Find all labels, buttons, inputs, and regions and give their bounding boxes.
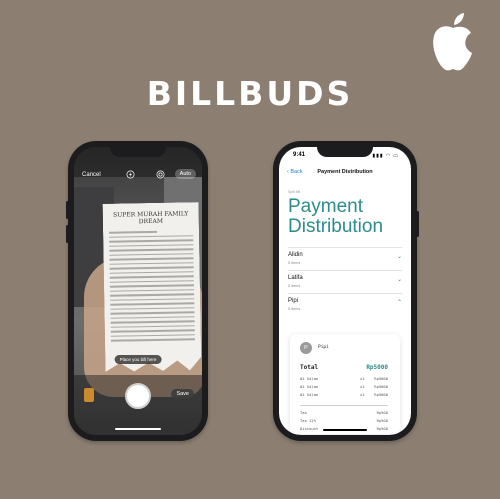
receipt-line	[111, 325, 195, 328]
receipt-line	[109, 244, 193, 247]
volume-button	[66, 201, 69, 219]
item-name: #1 Salan	[300, 376, 319, 381]
receipt-line	[109, 239, 193, 242]
receipt-line	[110, 289, 194, 292]
receipt-line	[109, 253, 193, 256]
receipt-title: SUPER MURAH FAMILY DREAM	[113, 210, 189, 226]
item-qty: x1	[360, 392, 365, 397]
person-item-count: 5 items	[288, 284, 301, 288]
chevron-down-icon[interactable]: ⌄	[397, 276, 402, 283]
volume-button	[66, 225, 69, 243]
item-qty: x1	[360, 384, 365, 389]
receipt-line	[110, 262, 194, 265]
item-row: #1 Salan x1 Rp5000	[300, 376, 388, 382]
save-button[interactable]: Save	[171, 389, 194, 399]
person-name: Latifa	[288, 275, 303, 281]
auto-mode-button[interactable]: Auto	[174, 169, 196, 179]
fee-price: Rp500	[376, 426, 388, 431]
item-name: #1 Salan	[300, 384, 319, 389]
app-screen: 9:41 ▮▮▮ ◠ ▭ ‹ Back Payment Distribution…	[279, 147, 411, 435]
person-bill-card: P Pipi Total Rp5000 #1 Salan x1 Rp5000 #…	[290, 334, 400, 434]
camera-phone-mockup: Cancel Auto SUPER MURAH FAMILY DREAM Pla…	[66, 141, 208, 441]
signal-wifi-battery-icon: ▮▮▮ ◠ ▭	[372, 153, 399, 159]
cancel-button[interactable]: Cancel	[82, 172, 101, 178]
person-name: Pipi	[288, 298, 299, 304]
item-name: #1 Salan	[300, 392, 319, 397]
receipt-image: SUPER MURAH FAMILY DREAM	[103, 202, 202, 372]
chevron-down-icon[interactable]: ⌄	[397, 253, 402, 260]
page-title: Payment Distribution	[288, 196, 384, 237]
phone-notch	[110, 141, 166, 157]
receipt-line	[110, 280, 194, 283]
card-divider	[300, 405, 388, 406]
item-price: Rp5000	[374, 376, 388, 381]
receipt-line	[109, 231, 157, 233]
receipt-line	[110, 298, 194, 301]
person-row-alidin[interactable]: Alidin 5 items ⌄	[288, 247, 402, 270]
split-bill-label: Split bill	[288, 190, 301, 194]
receipt-line	[111, 316, 195, 319]
power-button	[416, 211, 419, 237]
fee-name: Discount	[300, 426, 319, 431]
receipt-line	[110, 266, 194, 269]
receipt-line	[110, 311, 194, 314]
brand-title: BILLBUDS	[146, 74, 354, 113]
fee-row: Tax 12% Rp500	[300, 418, 388, 424]
fee-name: Tax	[300, 410, 307, 415]
person-item-count: 5 items	[288, 261, 301, 265]
receipt-line	[111, 338, 195, 341]
item-row: #1 Salan x1 Rp5000	[300, 384, 388, 390]
receipt-line	[109, 235, 193, 238]
nav-title: Payment Distribution	[317, 169, 373, 175]
gallery-thumbnail[interactable]	[84, 388, 94, 402]
card-person-name: Pipi	[318, 345, 329, 350]
receipt-line	[111, 329, 195, 332]
fee-price: Rp500	[376, 418, 388, 423]
home-indicator	[323, 429, 367, 431]
apple-logo-icon	[433, 13, 472, 71]
fee-name: Tax 12%	[300, 418, 317, 423]
status-time: 9:41	[293, 152, 306, 158]
fee-row: Tax Rp500	[300, 410, 388, 416]
receipt-line	[111, 334, 195, 337]
filter-icon[interactable]	[156, 170, 165, 179]
receipt-line	[110, 284, 194, 287]
receipt-line	[110, 257, 194, 260]
receipt-line	[110, 302, 194, 305]
person-name: Alidin	[288, 252, 303, 258]
receipt-line	[110, 293, 194, 296]
total-value: Rp5000	[366, 364, 388, 371]
chevron-up-icon[interactable]: ⌃	[397, 299, 402, 306]
person-row-pipi[interactable]: Pipi 5 items ⌃	[288, 293, 402, 316]
item-price: Rp5000	[374, 384, 388, 389]
receipt-line	[111, 320, 195, 323]
home-indicator	[115, 428, 161, 430]
person-item-count: 5 items	[288, 307, 301, 311]
item-qty: x1	[360, 376, 365, 381]
receipt-line	[110, 307, 194, 310]
camera-screen: Cancel Auto SUPER MURAH FAMILY DREAM Pla…	[74, 147, 202, 435]
item-price: Rp5000	[374, 392, 388, 397]
item-row: #1 Salan x1 Rp5000	[300, 392, 388, 398]
avatar: P	[300, 342, 312, 354]
nav-bar: ‹ Back Payment Distribution	[279, 169, 411, 181]
receipt-line	[110, 275, 194, 278]
phone-notch	[317, 141, 373, 157]
fee-price: Rp500	[376, 410, 388, 415]
place-bill-tip: Place you bill here	[114, 355, 162, 364]
shutter-button[interactable]	[125, 383, 151, 409]
flash-icon[interactable]	[126, 170, 135, 179]
people-list: Alidin 5 items ⌄ Latifa 5 items ⌄ Pipi 5…	[288, 247, 402, 316]
receipt-line	[110, 271, 194, 274]
person-row-latifa[interactable]: Latifa 5 items ⌄	[288, 270, 402, 293]
total-label: Total	[300, 364, 319, 371]
app-phone-mockup: 9:41 ▮▮▮ ◠ ▭ ‹ Back Payment Distribution…	[273, 141, 419, 441]
receipt-line	[109, 248, 193, 251]
